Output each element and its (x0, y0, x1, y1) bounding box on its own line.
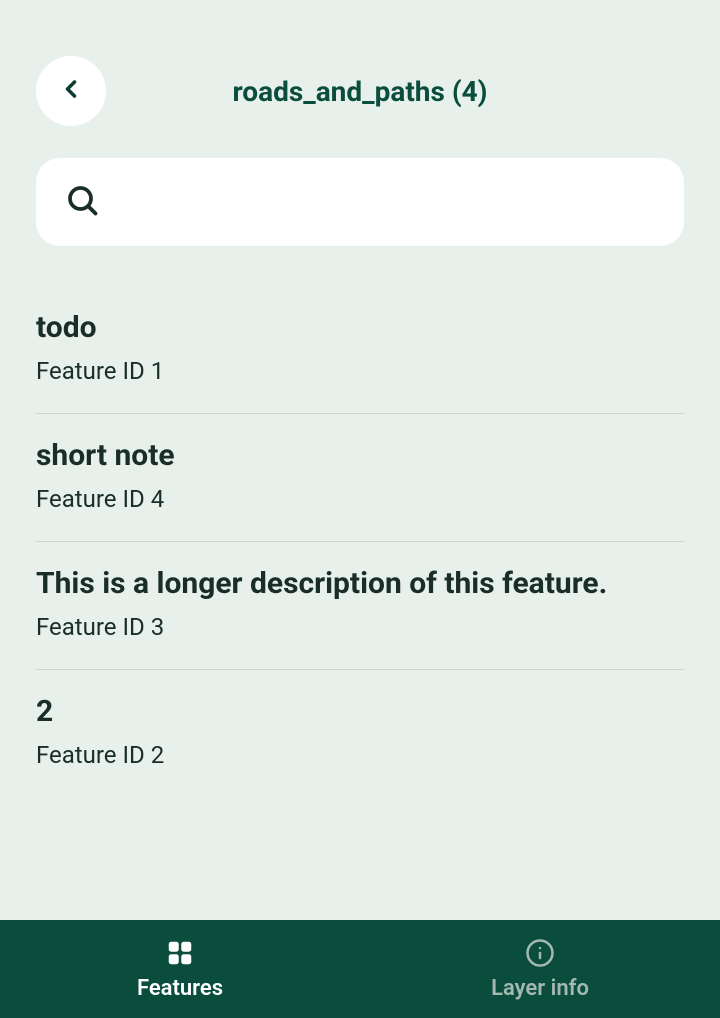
feature-title: short note (36, 438, 684, 473)
info-icon (525, 938, 555, 968)
feature-subtitle: Feature ID 3 (36, 613, 684, 641)
feature-subtitle: Feature ID 4 (36, 485, 684, 513)
feature-title: todo (36, 310, 684, 345)
tab-layer-info[interactable]: Layer info (360, 920, 720, 1018)
bottom-nav: Features Layer info (0, 920, 720, 1018)
search-input[interactable] (36, 158, 684, 246)
feature-title: This is a longer description of this fea… (36, 566, 684, 601)
feature-title: 2 (36, 694, 684, 729)
chevron-left-icon (57, 75, 85, 107)
list-item[interactable]: 2 Feature ID 2 (36, 669, 684, 797)
page-title: roads_and_paths (4) (0, 75, 720, 108)
list-item[interactable]: short note Feature ID 4 (36, 413, 684, 541)
feature-subtitle: Feature ID 1 (36, 357, 684, 385)
feature-list: todo Feature ID 1 short note Feature ID … (0, 286, 720, 797)
tab-features[interactable]: Features (0, 920, 360, 1018)
nav-label: Features (137, 976, 223, 1001)
feature-subtitle: Feature ID 2 (36, 741, 684, 769)
header: roads_and_paths (4) (0, 0, 720, 158)
nav-label: Layer info (491, 976, 589, 1001)
back-button[interactable] (36, 56, 106, 126)
search-container (0, 158, 720, 286)
grid-icon (165, 938, 195, 968)
list-item[interactable]: This is a longer description of this fea… (36, 541, 684, 669)
list-item[interactable]: todo Feature ID 1 (36, 286, 684, 413)
